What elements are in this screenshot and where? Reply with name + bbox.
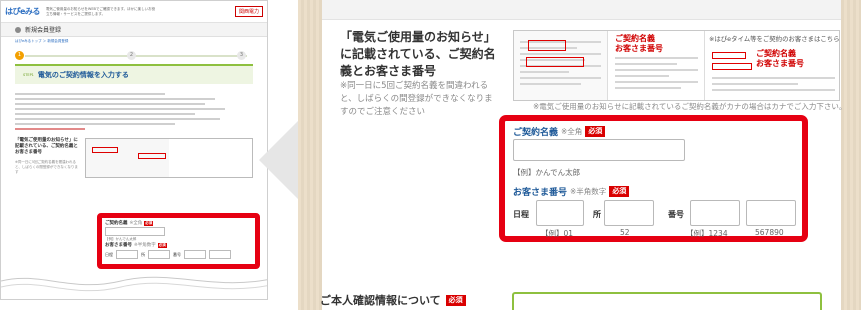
section-note: ※同一日に5回ご契約名義を間違われると、しばらくの間登録ができなくなりますのでご… [340,81,493,117]
step-progress-line [25,55,247,57]
callout-name-left: ご契約名義 [615,34,655,43]
step-1-marker: 1 [15,51,24,60]
mini-step-heading: STEP1 電気のご契約情報を入力する [15,64,253,84]
place-code-input[interactable] [604,200,654,226]
mini-step-title: 電気のご契約情報を入力する [37,71,129,79]
mini-highlight-box: ご契約名義 ※全角 必須 【例】かんでん太郎 お客さま番号 ※半角数字 必須 日程 所 … [97,213,260,269]
callout-name-right: ご契約名義 [756,49,796,58]
mini-step-indicator: 1 2 3 [15,50,253,64]
mini-body-text: 「電気ご使用量のお知らせ」に記載されている、ご契約名義とお客さま番号 ※同一日に… [1,84,267,184]
number1-example: 【例】1234 [686,229,728,238]
identity-section-box [512,292,822,310]
mini-breadcrumb[interactable]: はぴeみるトップ ＞ 新規会員登録 [1,37,267,46]
date-label: 日程 [513,210,529,219]
highlight-name-right [712,52,746,59]
contract-name-input[interactable] [513,139,685,161]
tutorial-illustration: はぴeみる 電気ご使用量のお知らせをWEBでご確認できます。ほかに楽しいお役立ち… [0,0,861,310]
number2-example: 567890 [755,228,784,237]
highlight-name-left [528,40,566,51]
mini-step-label: STEP1 [23,73,34,77]
customer-number-label: お客さま番号 ※半角数字 必須 [513,185,630,198]
mini-bill-sample-image [85,138,253,178]
bill-sample-right: ※はぴeタイム等をご契約のお客さまはこちらの様式になります ご契約名義 お客さま… [706,31,840,100]
callout-number-right: お客さま番号 [756,59,804,68]
mini-title-bar: 新規会員登録 [1,23,267,37]
place-label: 所 [593,210,601,219]
mini-section-note: ※同一日に5回ご契約名義を間違われると、しばらくの間登録ができなくなります [15,160,78,174]
mini-page-title: 新規会員登録 [25,27,62,34]
zoomed-top-strip [322,0,841,20]
required-badge: 必須 [445,294,466,306]
bill-sample-left [514,31,608,100]
mini-header-text: 電気ご使用量のお知らせをWEBでご確認できます。ほかに楽しいお役立ち情報・サービ… [45,6,156,16]
required-badge: 必須 [585,126,606,137]
mini-date-input[interactable] [116,250,138,259]
highlight-number-left [526,57,584,67]
mini-field1-label: ご契約名義 ※全角 必須 [105,220,154,226]
contract-name-example: 【例】かんでん太郎 [513,168,581,177]
bill-sample-middle: ご契約名義 お客さま番号 [609,31,705,100]
bill-sample-image: ご契約名義 お客さま番号 ※はぴeタイム等をご契約のお客さまはこちらの様式になり… [513,30,840,101]
mini-contract-section: 「電気ご使用量のお知らせ」に記載されている、ご契約名義とお客さま番号 ※同一日に… [15,138,253,178]
mini-header: はぴeみる 電気ご使用量のお知らせをWEBでご確認できます。ほかに楽しいお役立ち… [1,1,267,23]
mini-field2-label: お客さま番号 ※半角数字 必須 [105,242,167,248]
step-3-marker: 3 [237,51,246,60]
place-example: 52 [620,228,630,237]
person-icon [15,26,21,33]
mini-place-input[interactable] [148,250,170,259]
mini-logo[interactable]: はぴeみる [5,6,40,17]
bill-right-title: ※はぴeタイム等をご契約のお客さまはこちらの様式になります [709,35,840,43]
number-label: 番号 [668,210,684,219]
mini-name-input[interactable] [105,227,165,236]
form-highlight-box: ご契約名義 ※全角 必須 【例】かんでん太郎 お客さま番号 ※半角数字 必須 日… [499,115,808,242]
highlight-number-right [712,63,752,70]
date-example: 【例】01 [541,229,574,238]
identity-section-title: ご本人確認情報について 必須 [320,292,466,308]
required-badge: 必須 [609,186,630,197]
mini-page-screenshot: はぴeみる 電気ご使用量のお知らせをWEBでご確認できます。ほかに楽しいお役立ち… [0,0,268,300]
section-title: 「電気ご使用量のお知らせ」に記載されている、ご契約名義とお客さま番号 [340,30,496,78]
torn-edge-decoration [1,276,267,299]
bill-sample-caption: ※電気ご使用量のお知らせに記載されているご契約名義がカナの場合はカナでご入力下さ… [533,102,847,111]
date-code-input[interactable] [536,200,584,226]
number-part1-input[interactable] [690,200,740,226]
step-2-marker: 2 [127,51,136,60]
mini-section-title: 「電気ご使用量のお知らせ」に記載されている、ご契約名義とお客さま番号 [15,138,78,155]
mini-number-input-1[interactable] [184,250,206,259]
mini-brand-logo[interactable]: 関西電力 [234,6,263,17]
number-part2-input[interactable] [746,200,796,226]
contract-name-label: ご契約名義 ※全角 必須 [513,125,606,138]
callout-number-left: お客さま番号 [615,44,663,53]
mini-number-input-2[interactable] [209,250,231,259]
